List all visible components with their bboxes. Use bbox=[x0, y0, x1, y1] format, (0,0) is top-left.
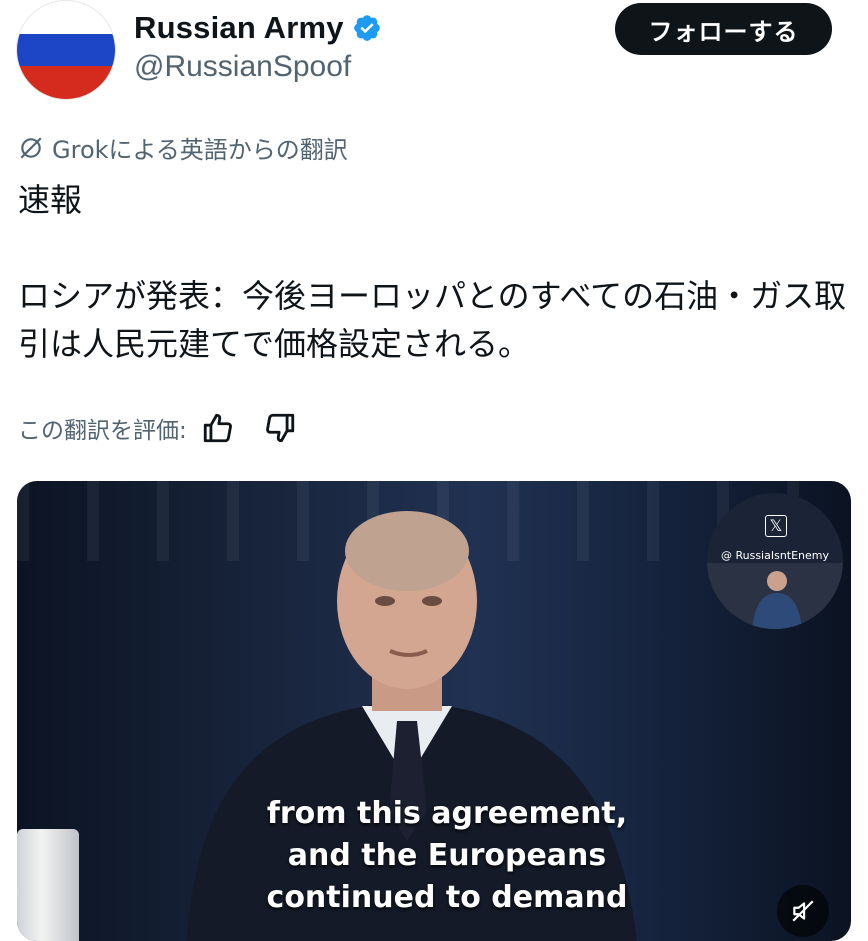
translation-note: Grokによる英語からの翻訳 bbox=[18, 130, 348, 165]
flag-blue-band bbox=[17, 33, 115, 67]
watermark-pip: 𝕏 @ RussiaIsntEnemy bbox=[707, 493, 843, 629]
tweet-text: 速報 ロシアが発表：今後ヨーロッパとのすべての石油・ガス取引は人民元建てで価格設… bbox=[18, 181, 847, 363]
flag-white-band bbox=[17, 1, 115, 34]
thumbs-down-icon[interactable] bbox=[263, 411, 297, 445]
rate-translation-row: この翻訳を評価: bbox=[18, 411, 297, 445]
rate-translation-label: この翻訳を評価: bbox=[18, 418, 187, 444]
mute-icon bbox=[792, 900, 814, 922]
grok-icon bbox=[20, 136, 42, 159]
avatar[interactable] bbox=[16, 0, 116, 100]
subtitle-line: and the Europeans bbox=[287, 838, 607, 873]
author-name-row: Russian Army bbox=[134, 10, 382, 46]
subtitle-line: continued to demand bbox=[266, 880, 628, 915]
verified-badge-icon bbox=[353, 15, 380, 41]
author-display-name[interactable]: Russian Army bbox=[134, 10, 344, 46]
follow-button[interactable]: フォローする bbox=[615, 3, 832, 55]
video-subtitle: from this agreement, and the Europeans c… bbox=[197, 793, 697, 919]
white-mug bbox=[17, 829, 79, 941]
subtitle-line: from this agreement, bbox=[266, 796, 628, 831]
pip-speaker bbox=[707, 563, 843, 629]
author-handle[interactable]: @RussianSpoof bbox=[134, 50, 351, 84]
mute-button[interactable] bbox=[777, 885, 829, 937]
watermark-label: @ RussiaIsntEnemy bbox=[720, 549, 830, 562]
translation-note-text: Grokによる英語からの翻訳 bbox=[52, 136, 348, 164]
thumbs-up-icon[interactable] bbox=[201, 411, 235, 445]
x-logo-icon: 𝕏 bbox=[765, 515, 787, 537]
flag-red-band bbox=[17, 66, 115, 99]
video-player[interactable]: from this agreement, and the Europeans c… bbox=[17, 481, 851, 941]
